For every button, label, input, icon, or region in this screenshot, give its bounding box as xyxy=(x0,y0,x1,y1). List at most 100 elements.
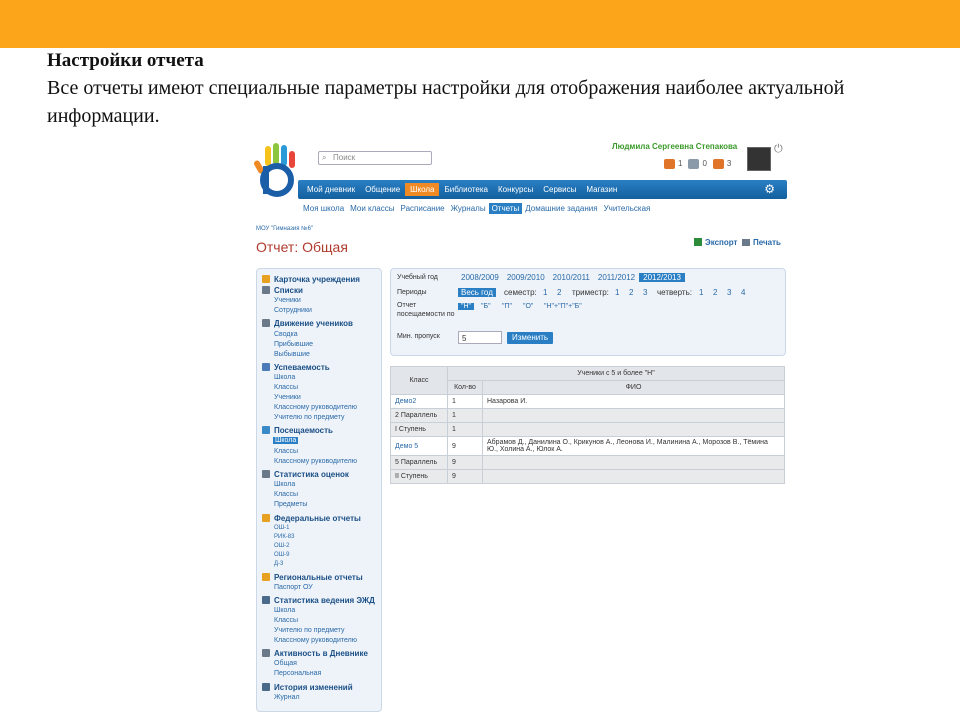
subnav-homework[interactable]: Домашние задания xyxy=(522,203,600,214)
year-option[interactable]: 2009/2010 xyxy=(503,273,549,282)
group-badge[interactable]: 3 xyxy=(712,159,731,169)
count-cell: 1 xyxy=(447,394,483,409)
sidebar-section-grade-stats: Статистика оценок xyxy=(262,470,349,479)
sidebar-link[interactable]: Ученики xyxy=(274,297,301,304)
sidebar-link[interactable]: Сводка xyxy=(274,331,298,338)
class-link[interactable]: Демо2 xyxy=(390,394,448,409)
bar-chart-icon xyxy=(262,363,270,371)
trimester-option[interactable]: 1 xyxy=(615,288,619,297)
periods-label: Периоды xyxy=(397,289,427,296)
document-icon xyxy=(262,514,270,522)
sidebar-link[interactable]: ОШ-1 xyxy=(274,525,290,531)
sidebar-link[interactable]: Школа xyxy=(274,481,295,488)
power-icon[interactable]: ⏻ xyxy=(774,143,783,156)
sidebar-link[interactable]: Прибывшие xyxy=(274,341,313,348)
count-cell: 9 xyxy=(447,455,483,470)
user-badge[interactable]: 0 xyxy=(688,159,707,169)
period-all-year[interactable]: Весь год xyxy=(458,288,496,297)
nav-item-shop[interactable]: Магазин xyxy=(581,183,622,196)
avatar[interactable] xyxy=(747,147,771,171)
sidebar-section-ejd-stats: Статистика ведения ЭЖД xyxy=(262,596,375,605)
sidebar-section-performance: Успеваемость xyxy=(262,363,330,372)
sidebar-link[interactable]: Учителю по предмету xyxy=(274,414,344,421)
quarter-option[interactable]: 3 xyxy=(727,288,731,297)
print-button[interactable]: Печать xyxy=(742,238,781,247)
year-option[interactable]: 2010/2011 xyxy=(549,273,594,282)
sidebar-link[interactable]: ОШ-2 xyxy=(274,543,290,549)
sidebar-link[interactable]: Ученики xyxy=(274,394,301,401)
export-button[interactable]: Экспорт xyxy=(694,238,737,247)
class-link[interactable]: Демо 5 xyxy=(390,436,448,456)
user-name-link[interactable]: Людмила Сергеевна Степакова xyxy=(612,142,737,151)
sidebar-link[interactable]: Классы xyxy=(274,384,298,391)
sidebar-link[interactable]: Персональная xyxy=(274,670,321,677)
quarter-option[interactable]: 4 xyxy=(741,288,745,297)
class-cell: I Ступень xyxy=(390,422,448,437)
sidebar-link[interactable]: РИК-83 xyxy=(274,534,294,540)
subnav-reports[interactable]: Отчеты xyxy=(488,203,523,214)
sidebar-link[interactable]: Общая xyxy=(274,660,297,667)
year-option[interactable]: 2011/2012 xyxy=(594,273,639,282)
attendance-option[interactable]: "Н"+"П"+"Б" xyxy=(544,303,582,310)
sidebar-link[interactable]: Учителю по предмету xyxy=(274,627,344,634)
nav-item-my-diary[interactable]: Мой дневник xyxy=(302,183,360,196)
sidebar-section-student-movement: Движение учеников xyxy=(262,319,353,328)
attendance-option[interactable]: "О" xyxy=(523,303,533,310)
fio-cell xyxy=(482,422,785,437)
quarter-option[interactable]: 1 xyxy=(699,288,703,297)
change-button[interactable]: Изменить xyxy=(507,332,554,344)
subnav-my-school[interactable]: Моя школа xyxy=(300,203,347,214)
year-option-selected[interactable]: 2012/2013 xyxy=(639,273,685,282)
nav-item-communication[interactable]: Общение xyxy=(360,183,405,196)
sidebar-section-regional-reports: Региональные отчеты xyxy=(262,573,363,582)
sidebar-link[interactable]: Классы xyxy=(274,448,298,455)
semester-option[interactable]: 2 xyxy=(557,288,561,297)
school-breadcrumb[interactable]: МОУ "Гимназия №6" xyxy=(256,226,313,232)
nav-item-library[interactable]: Библиотека xyxy=(439,183,493,196)
dnevnik-logo-icon[interactable] xyxy=(252,142,302,198)
min-absence-input[interactable]: 5 xyxy=(458,331,502,344)
table-row: Демо2 1 Назарова И. xyxy=(390,394,785,409)
nav-item-school[interactable]: Школа xyxy=(405,183,440,196)
fio-cell xyxy=(482,455,785,470)
sidebar-link[interactable]: ОШ-9 xyxy=(274,552,290,558)
search-input[interactable]: ⌕ Поиск xyxy=(318,151,432,165)
nav-item-contests[interactable]: Конкурсы xyxy=(493,183,538,196)
sidebar-link[interactable]: Школа xyxy=(274,374,295,381)
sidebar-link[interactable]: Паспорт ОУ xyxy=(274,584,313,591)
semester-option[interactable]: 1 xyxy=(543,288,547,297)
subnav-teachers-room[interactable]: Учительская xyxy=(601,203,654,214)
quarter-option[interactable]: 2 xyxy=(713,288,717,297)
trimester-option[interactable]: 2 xyxy=(629,288,633,297)
sidebar-link[interactable]: Д-3 xyxy=(274,561,283,567)
mail-icon xyxy=(664,159,675,169)
attendance-option[interactable]: "Б" xyxy=(481,303,491,310)
sidebar-link[interactable]: Классному руководителю xyxy=(274,404,357,411)
attendance-label: Отчет xyxy=(397,302,417,309)
sidebar-link-active[interactable]: Школа xyxy=(273,437,299,444)
gear-icon[interactable]: ⚙ xyxy=(764,182,775,196)
sidebar-link[interactable]: Классы xyxy=(274,617,298,624)
subnav-schedule[interactable]: Расписание xyxy=(398,203,448,214)
subnav-journals[interactable]: Журналы xyxy=(448,203,489,214)
trimester-option[interactable]: 3 xyxy=(643,288,647,297)
sidebar-link[interactable]: Предметы xyxy=(274,501,307,508)
count-cell: 9 xyxy=(447,469,483,484)
attendance-option[interactable]: "П" xyxy=(502,303,512,310)
sidebar-link[interactable]: Выбывшие xyxy=(274,351,310,358)
sidebar-link[interactable]: Классному руководителю xyxy=(274,458,357,465)
sidebar-link[interactable]: Классы xyxy=(274,491,298,498)
search-icon: ⌕ xyxy=(322,153,327,162)
subnav-my-classes[interactable]: Мои классы xyxy=(347,203,397,214)
sidebar-link[interactable]: Журнал xyxy=(274,694,300,701)
sidebar-link[interactable]: Классному руководителю xyxy=(274,637,357,644)
school-subnav: Моя школа Мои классы Расписание Журналы … xyxy=(300,203,653,214)
attendance-option-selected[interactable]: "Н" xyxy=(458,303,475,310)
year-option[interactable]: 2008/2009 xyxy=(457,273,503,282)
nav-item-services[interactable]: Сервисы xyxy=(538,183,581,196)
sidebar-link[interactable]: Школа xyxy=(274,607,295,614)
mail-badge[interactable]: 1 xyxy=(664,159,682,169)
slide-body-text: Все отчеты имеют специальные параметры н… xyxy=(47,77,845,127)
sidebar-link[interactable]: Сотрудники xyxy=(274,307,312,314)
sidebar-section-institution-card[interactable]: Карточка учреждения xyxy=(262,275,360,284)
